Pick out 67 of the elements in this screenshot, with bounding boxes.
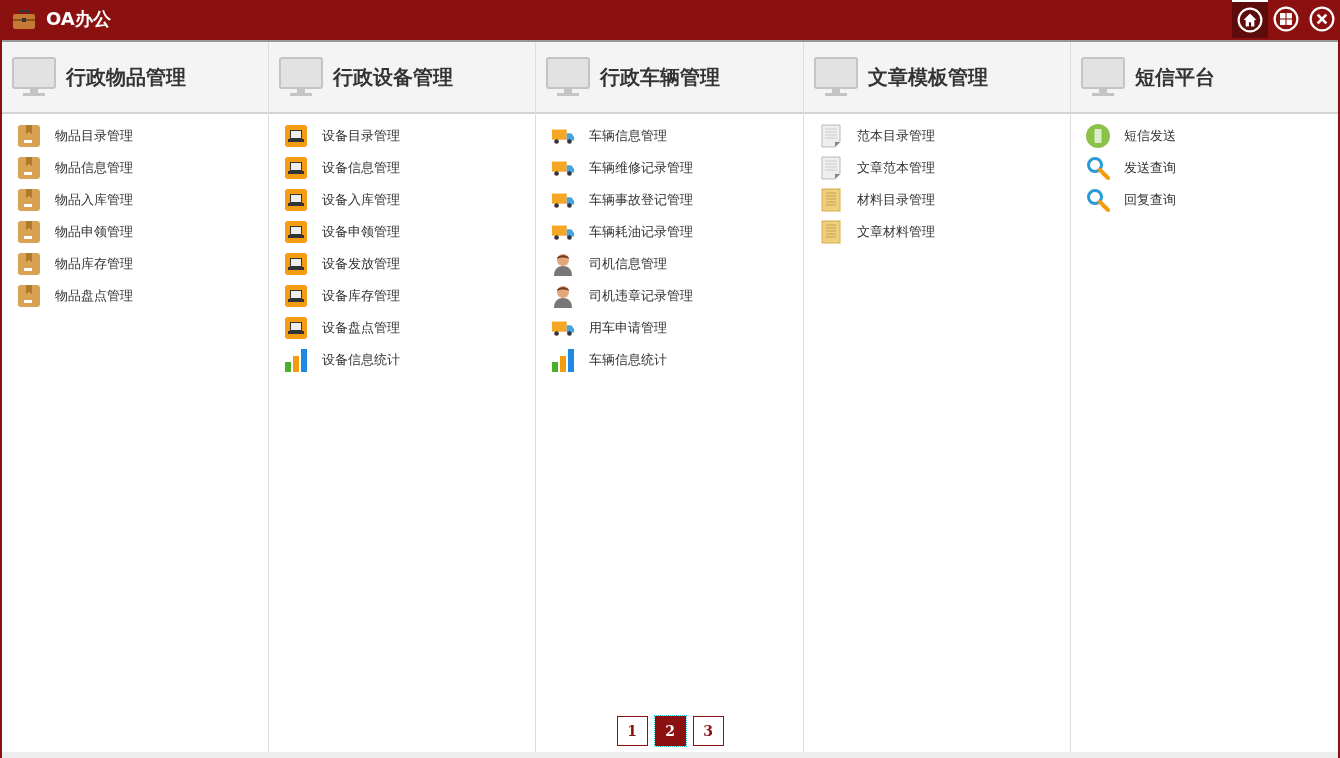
laptop-icon — [284, 220, 309, 244]
laptop-icon — [284, 252, 309, 276]
menu-item[interactable]: 车辆事故登记管理 — [536, 184, 700, 216]
menu-item[interactable]: 物品入库管理 — [2, 184, 139, 216]
package-icon — [17, 220, 41, 244]
menu-item[interactable]: 用车申请管理 — [536, 312, 674, 344]
menu-item[interactable]: 车辆维修记录管理 — [536, 152, 700, 184]
menu-item[interactable]: 材料目录管理 — [803, 184, 941, 216]
menu-item[interactable]: 文章范本管理 — [803, 152, 941, 184]
laptop-icon — [284, 284, 309, 308]
package-icon — [17, 252, 41, 276]
column-title: 行政车辆管理 — [600, 63, 721, 91]
menu-item[interactable]: 范本目录管理 — [803, 120, 941, 152]
package-icon — [17, 284, 41, 308]
menu-item[interactable]: 设备发放管理 — [269, 248, 407, 280]
monitor-icon — [12, 57, 56, 97]
document-icon — [818, 156, 843, 180]
package-icon — [17, 156, 41, 180]
menu-item[interactable]: 车辆信息统计 — [536, 344, 674, 376]
briefcase-icon — [12, 8, 36, 30]
monitor-icon — [1080, 57, 1125, 97]
notepad-icon — [818, 188, 843, 212]
page-button[interactable]: 3 — [692, 716, 724, 746]
laptop-icon — [284, 316, 309, 340]
page-button[interactable]: 1 — [616, 716, 648, 746]
home-button[interactable] — [1232, 0, 1268, 38]
phone-icon — [1085, 124, 1110, 148]
column-title: 文章模板管理 — [867, 63, 988, 91]
menu-item[interactable]: 短信发送 — [1070, 120, 1182, 152]
column-title: 行政物品管理 — [66, 63, 186, 91]
laptop-icon — [284, 124, 309, 148]
menu-item[interactable]: 设备目录管理 — [269, 120, 407, 152]
menu-item[interactable]: 设备入库管理 — [269, 184, 407, 216]
package-icon — [17, 124, 41, 148]
menu-item[interactable]: 司机违章记录管理 — [536, 280, 700, 312]
page-button[interactable]: 2 — [654, 716, 686, 746]
menu-item[interactable]: 设备盘点管理 — [269, 312, 407, 344]
bar-chart-icon — [284, 348, 309, 372]
laptop-icon — [284, 188, 309, 212]
laptop-icon — [284, 156, 309, 180]
menu-item[interactable]: 物品申领管理 — [2, 216, 139, 248]
bar-chart-icon — [551, 348, 576, 372]
menu-item[interactable]: 文章材料管理 — [803, 216, 941, 248]
column-title: 短信平台 — [1134, 63, 1215, 91]
notepad-icon — [818, 220, 843, 244]
menu-item[interactable]: 设备申领管理 — [269, 216, 407, 248]
menu-item[interactable]: 发送查询 — [1070, 152, 1182, 184]
search-icon — [1085, 188, 1110, 212]
document-icon — [818, 124, 843, 148]
monitor-icon — [813, 57, 858, 97]
menu-item[interactable]: 设备库存管理 — [269, 280, 407, 312]
menu-item[interactable]: 设备信息统计 — [269, 344, 407, 376]
menu-item[interactable]: 司机信息管理 — [536, 248, 674, 280]
menu-item[interactable]: 设备信息管理 — [269, 152, 407, 184]
menu-item[interactable]: 回复查询 — [1070, 184, 1182, 216]
menu-item[interactable]: 物品库存管理 — [2, 248, 139, 280]
package-icon — [17, 188, 41, 212]
menu-item[interactable]: 物品信息管理 — [2, 152, 139, 184]
menu-item[interactable]: 车辆信息管理 — [536, 120, 674, 152]
column-title: 行政设备管理 — [333, 63, 454, 91]
window-title: OA办公 — [46, 7, 111, 31]
menu-item[interactable]: 车辆耗油记录管理 — [536, 216, 700, 248]
menu-item[interactable]: 物品目录管理 — [2, 120, 139, 152]
menu-item[interactable]: 物品盘点管理 — [2, 280, 139, 312]
search-icon — [1085, 156, 1110, 180]
monitor-icon — [279, 57, 324, 97]
monitor-icon — [546, 57, 591, 97]
